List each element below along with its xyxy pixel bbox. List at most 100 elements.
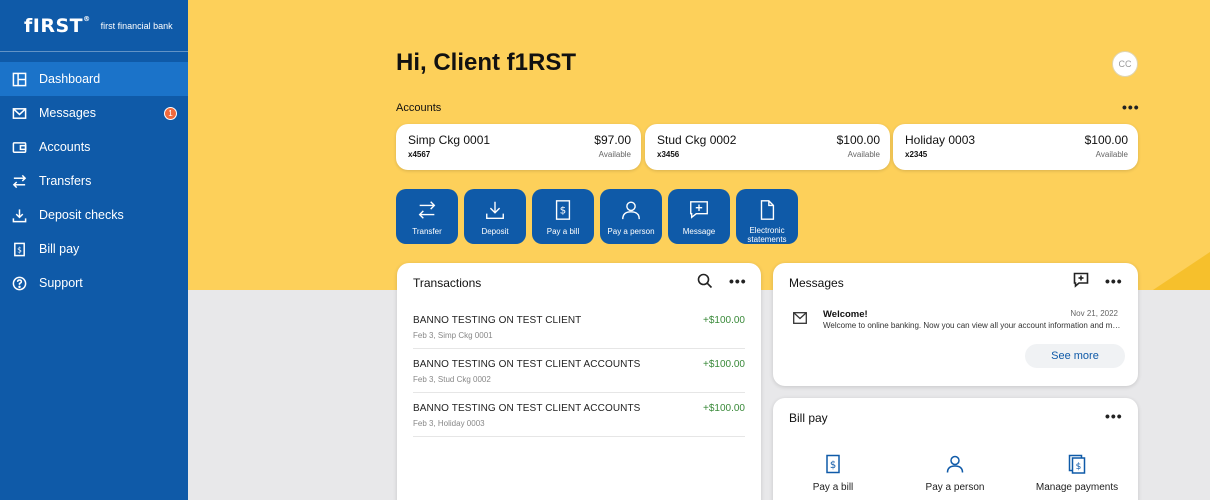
transaction-amount: +$100.00 [703, 359, 745, 370]
quick-action-label: Electronic statements [747, 226, 787, 244]
download-icon [484, 197, 506, 223]
person-icon [620, 197, 642, 223]
quick-action-label: Pay a person [607, 227, 655, 236]
sidebar: fIRST® first financial bank Dashboard Me… [0, 0, 188, 500]
pay-a-bill-link[interactable]: $ Pay a bill [773, 454, 893, 493]
bill-icon: $ [823, 454, 843, 479]
account-name: Holiday 0003 [905, 133, 976, 147]
dashboard-icon [12, 72, 27, 87]
receipts-icon: $ [1067, 454, 1087, 479]
sidebar-item-label: Deposit checks [39, 208, 124, 222]
account-number: x3456 [657, 150, 680, 159]
account-number: x2345 [905, 150, 928, 159]
search-icon[interactable] [697, 273, 713, 294]
transactions-more-button[interactable]: ••• [729, 273, 747, 289]
new-message-icon[interactable] [1073, 272, 1089, 293]
transaction-date-account: Feb 3, Simp Ckg 0001 [413, 331, 493, 340]
table-row[interactable]: BANNO TESTING ON TEST CLIENT ACCOUNTS Fe… [413, 393, 745, 437]
message-button[interactable]: Message [668, 189, 730, 244]
mail-icon [12, 106, 27, 121]
message-title[interactable]: Welcome! [823, 309, 868, 320]
sidebar-item-bill-pay[interactable]: $ Bill pay [0, 232, 188, 266]
account-name: Simp Ckg 0001 [408, 133, 491, 147]
messages-more-button[interactable]: ••• [1105, 273, 1123, 289]
manage-payments-link[interactable]: $ Manage payments [1017, 454, 1137, 493]
transactions-title: Transactions [413, 276, 482, 290]
bill-pay-label: Manage payments [1035, 482, 1119, 493]
sidebar-item-label: Bill pay [39, 242, 80, 256]
avatar[interactable]: CC [1112, 51, 1138, 77]
svg-text:$: $ [560, 206, 566, 217]
bill-icon: $ [12, 242, 27, 257]
transaction-amount: +$100.00 [703, 403, 745, 414]
accounts-more-button[interactable]: ••• [1122, 99, 1140, 115]
sidebar-item-messages[interactable]: Messages 1 [0, 96, 188, 130]
decorative-shape [1150, 252, 1210, 290]
person-icon [945, 454, 965, 479]
sidebar-item-transfers[interactable]: Transfers [0, 164, 188, 198]
brand[interactable]: fIRST® first financial bank [0, 0, 188, 52]
transaction-description: BANNO TESTING ON TEST CLIENT ACCOUNTS [413, 359, 641, 370]
sidebar-nav: Dashboard Messages 1 Accounts Transfers … [0, 62, 188, 300]
account-card-holiday[interactable]: Holiday 0003 x2345 $100.00 Available [893, 124, 1138, 170]
svg-text:$: $ [17, 245, 22, 254]
sidebar-item-support[interactable]: Support [0, 266, 188, 300]
bill-pay-label: Pay a person [925, 482, 985, 493]
bill-pay-title: Bill pay [789, 411, 828, 425]
pay-a-person-link[interactable]: Pay a person [895, 454, 1015, 493]
transaction-description: BANNO TESTING ON TEST CLIENT [413, 315, 582, 326]
bill-pay-more-button[interactable]: ••• [1105, 408, 1123, 424]
account-balance: $100.00 [1084, 133, 1128, 147]
account-status: Available [847, 150, 880, 159]
transaction-amount: +$100.00 [703, 315, 745, 326]
bill-pay-label: Pay a bill [812, 482, 854, 493]
sidebar-item-accounts[interactable]: Accounts [0, 130, 188, 164]
pay-a-person-button[interactable]: Pay a person [600, 189, 662, 244]
account-status: Available [598, 150, 631, 159]
account-status: Available [1095, 150, 1128, 159]
quick-action-label: Pay a bill [546, 227, 580, 236]
message-add-icon [688, 197, 710, 223]
transaction-description: BANNO TESTING ON TEST CLIENT ACCOUNTS [413, 403, 641, 414]
transfer-button[interactable]: Transfer [396, 189, 458, 244]
sidebar-item-label: Messages [39, 106, 96, 120]
account-balance: $100.00 [836, 133, 880, 147]
account-card-simp-ckg[interactable]: Simp Ckg 0001 x4567 $97.00 Available [396, 124, 641, 170]
mail-icon [793, 311, 807, 329]
pay-a-bill-button[interactable]: $ Pay a bill [532, 189, 594, 244]
deposit-button[interactable]: Deposit [464, 189, 526, 244]
transaction-date-account: Feb 3, Stud Ckg 0002 [413, 375, 491, 384]
svg-text:$: $ [1076, 462, 1082, 472]
download-icon [12, 208, 27, 223]
sidebar-item-label: Dashboard [39, 72, 101, 86]
brand-subtitle: first financial bank [100, 20, 173, 31]
quick-action-label: Deposit [481, 227, 509, 236]
transaction-date-account: Feb 3, Holiday 0003 [413, 419, 485, 428]
transfer-icon [12, 174, 27, 189]
see-more-button[interactable]: See more [1025, 344, 1125, 368]
sidebar-item-label: Accounts [39, 140, 91, 154]
sidebar-item-label: Support [39, 276, 83, 290]
sidebar-item-deposit-checks[interactable]: Deposit checks [0, 198, 188, 232]
messages-card: Messages ••• Welcome! Welcome to online … [773, 263, 1138, 386]
account-card-stud-ckg[interactable]: Stud Ckg 0002 x3456 $100.00 Available [645, 124, 890, 170]
quick-action-label: Transfer [412, 227, 442, 236]
table-row[interactable]: BANNO TESTING ON TEST CLIENT ACCOUNTS Fe… [413, 349, 745, 393]
transactions-card: Transactions ••• BANNO TESTING ON TEST C… [397, 263, 761, 500]
account-balance: $97.00 [594, 133, 631, 147]
message-date: Nov 21, 2022 [1070, 309, 1118, 318]
help-icon [12, 276, 27, 291]
bill-icon: $ [552, 197, 574, 223]
account-name: Stud Ckg 0002 [657, 133, 737, 147]
sidebar-item-dashboard[interactable]: Dashboard [0, 62, 188, 96]
electronic-statements-button[interactable]: Electronic statements [736, 189, 798, 244]
message-preview[interactable]: Welcome to online banking. Now you can v… [823, 321, 1123, 330]
unread-badge: 1 [164, 106, 177, 120]
account-number: x4567 [408, 150, 431, 159]
hero-banner: Hi, Client f1RST CC Accounts ••• Simp Ck… [188, 0, 1210, 290]
table-row[interactable]: BANNO TESTING ON TEST CLIENT Feb 3, Simp… [413, 305, 745, 349]
svg-text:$: $ [830, 460, 836, 471]
document-icon [756, 197, 778, 222]
messages-title: Messages [789, 276, 844, 290]
brand-logo: fIRST® [24, 14, 91, 37]
